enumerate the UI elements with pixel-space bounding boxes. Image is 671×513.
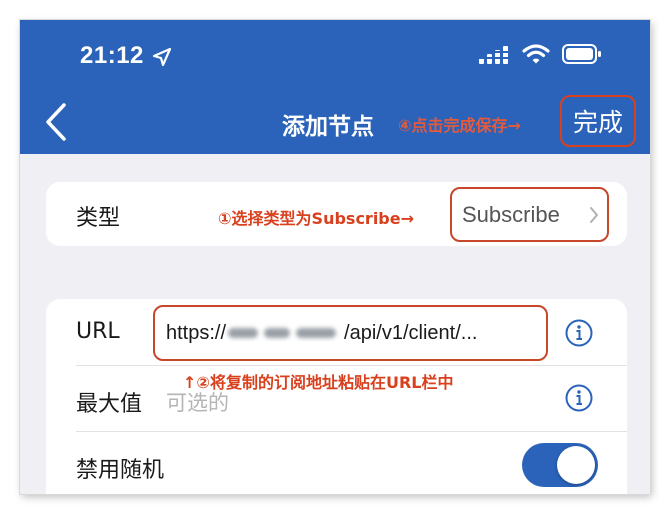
type-selector[interactable]: Subscribe [450,187,609,242]
wifi-icon [522,44,550,64]
chevron-left-icon [46,103,66,141]
back-button[interactable] [42,102,72,142]
url-input[interactable]: https:///api/v1/client/... [153,305,548,361]
toggle-knob [557,446,595,484]
disable-random-toggle[interactable] [522,443,598,487]
max-input[interactable]: 可选的 [166,387,229,417]
type-value: Subscribe [462,201,560,227]
url-info-icon[interactable] [564,318,594,348]
disable-random-label: 禁用随机 [76,458,165,483]
blurred-domain [226,323,344,343]
divider [76,431,627,432]
max-info-icon[interactable] [564,383,594,413]
annotation-step4: ④点击完成保存→ [398,116,521,135]
location-arrow-icon [152,47,172,67]
phone-screen: 21:12 添加节点 ④点击完成保存→ 完成 类型 ①选择类型为Subscrib… [20,20,650,494]
done-button[interactable]: 完成 [560,95,636,147]
divider [76,365,627,366]
signal-icon [478,46,510,64]
page-title: 添加节点 [282,114,374,140]
max-label: 最大值 [76,392,143,417]
status-time: 21:12 [80,42,144,69]
url-value: https:///api/v1/client/... [166,321,478,344]
battery-icon [562,44,601,64]
nav-header: 21:12 添加节点 ④点击完成保存→ 完成 [20,20,650,154]
annotation-step1: ①选择类型为Subscribe→ [218,209,415,228]
type-label: 类型 [76,206,121,231]
url-label: URL [76,319,120,344]
chevron-right-icon [590,207,598,223]
